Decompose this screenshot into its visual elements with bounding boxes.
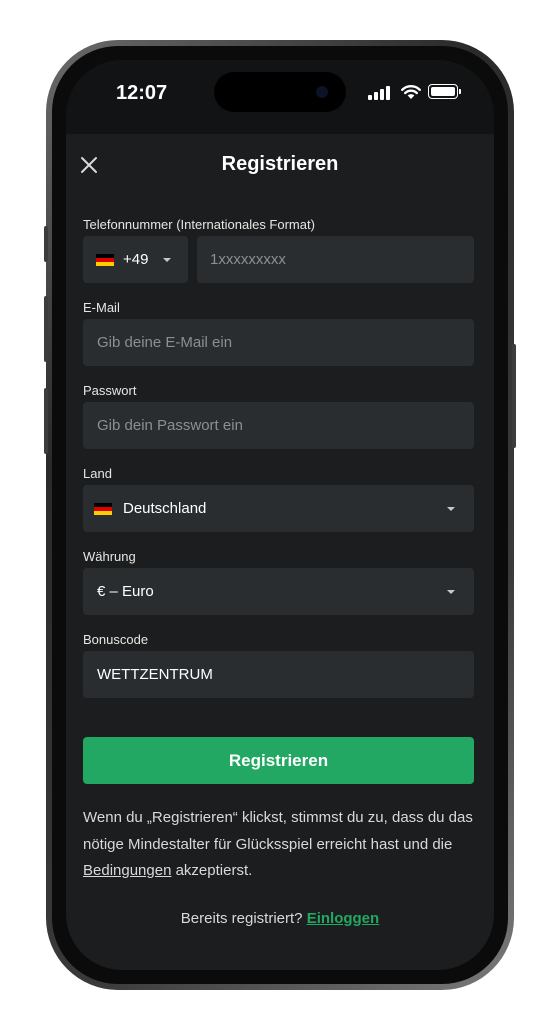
login-prompt: Bereits registriert? (180, 910, 303, 927)
cellular-signal-icon (368, 86, 392, 100)
germany-flag-icon (94, 503, 112, 515)
login-row: Bereits registriert? Einloggen (66, 910, 494, 927)
login-link[interactable]: Einloggen (307, 910, 380, 927)
bonus-label: Bonuscode (83, 632, 149, 647)
battery-tip (459, 89, 461, 94)
country-code-select[interactable]: +49 (83, 236, 188, 283)
phone-input[interactable]: 1xxxxxxxxx (197, 236, 474, 283)
country-select[interactable]: Deutschland (83, 485, 474, 532)
currency-label: Währung (83, 549, 136, 564)
country-value: Deutschland (123, 500, 207, 517)
register-button[interactable]: Registrieren (83, 737, 474, 784)
terms-link[interactable]: Bedingungen (83, 862, 171, 879)
password-placeholder: Gib dein Passwort ein (97, 417, 243, 434)
phone-placeholder: 1xxxxxxxxx (210, 251, 286, 268)
volume-down-button (44, 388, 48, 454)
chevron-down-icon (163, 258, 171, 262)
bonus-code-input[interactable]: WETTZENTRUM (83, 651, 474, 698)
email-placeholder: Gib deine E-Mail ein (97, 334, 233, 351)
terms-text: Wenn du „Registrieren“ klickst, stimmst … (83, 805, 478, 885)
currency-value: € – Euro (97, 583, 154, 600)
currency-select[interactable]: € – Euro (83, 568, 474, 615)
battery-icon (428, 84, 458, 99)
terms-text-before: Wenn du „Registrieren“ klickst, stimmst … (83, 809, 473, 853)
status-time: 12:07 (116, 82, 168, 104)
screen: 12:07 Registrieren Telefonnummer (Intern… (66, 60, 494, 970)
phone-label: Telefonnummer (Internationales Format) (83, 217, 315, 232)
wifi-icon (401, 85, 421, 99)
page-title: Registrieren (221, 153, 339, 175)
action-button (44, 226, 48, 262)
country-label: Land (83, 466, 112, 481)
email-input[interactable]: Gib deine E-Mail ein (83, 319, 474, 366)
dynamic-island (214, 72, 346, 112)
chevron-down-icon (447, 507, 455, 511)
password-label: Passwort (83, 383, 137, 398)
bonus-code-value: WETTZENTRUM (97, 666, 213, 683)
germany-flag-icon (96, 254, 114, 266)
email-label: E-Mail (83, 300, 120, 315)
volume-up-button (44, 296, 48, 362)
chevron-down-icon (447, 590, 455, 594)
camera-icon (316, 86, 328, 98)
terms-text-after: akzeptierst. (171, 862, 253, 879)
password-input[interactable]: Gib dein Passwort ein (83, 402, 474, 449)
power-button (512, 344, 516, 448)
status-bar: 12:07 (66, 60, 494, 134)
country-code-value: +49 (123, 251, 149, 268)
